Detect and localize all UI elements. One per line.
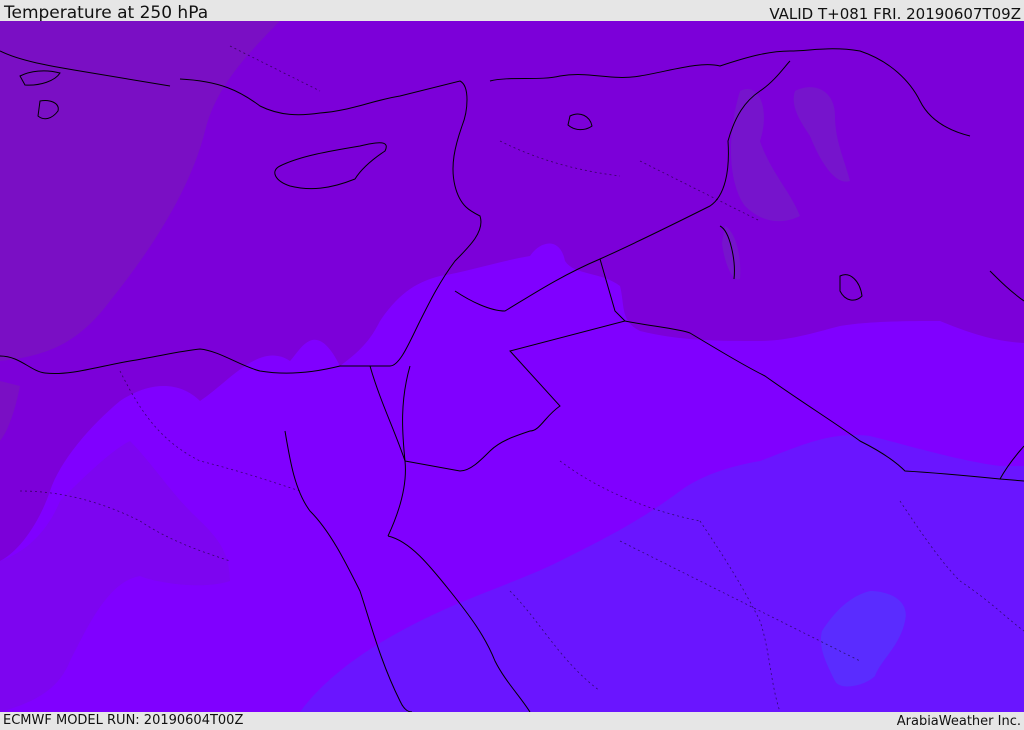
footer-bar: ECMWF MODEL RUN: 20190604T00Z ArabiaWeat… [0,712,1024,729]
temperature-map-svg [0,21,1024,712]
header-bar: Temperature at 250 hPa VALID T+081 FRI. … [0,0,1024,23]
weather-map[interactable] [0,21,1024,712]
credit-text: ArabiaWeather Inc. [896,714,1021,729]
map-title: Temperature at 250 hPa [4,3,209,23]
model-run: ECMWF MODEL RUN: 20190604T00Z [3,713,244,728]
